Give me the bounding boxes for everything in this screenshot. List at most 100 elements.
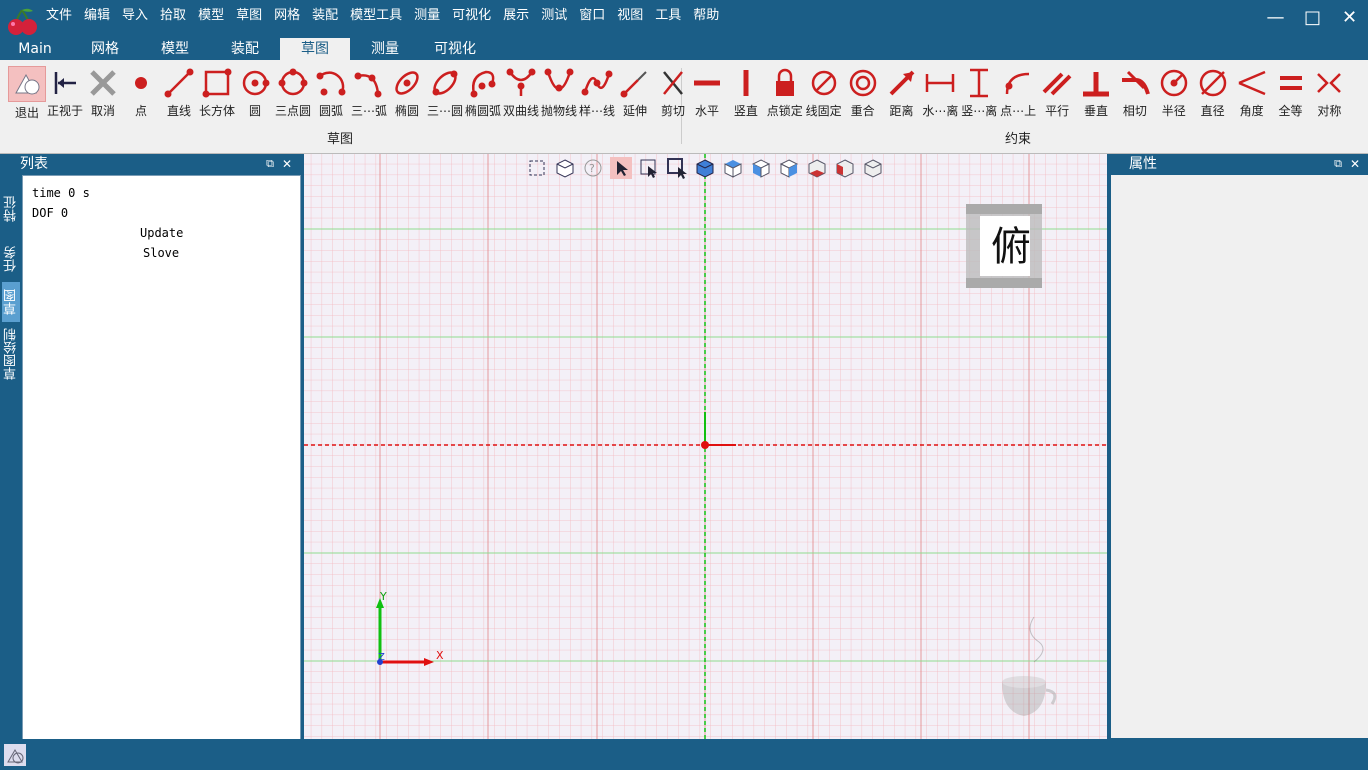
coincident-button[interactable]: 重合 bbox=[844, 66, 882, 120]
point-on-object-button[interactable]: 点⋯上 bbox=[999, 66, 1037, 120]
menu-item[interactable]: 模型工具 bbox=[344, 6, 408, 26]
cube-shaded-icon[interactable] bbox=[694, 157, 716, 179]
menu-item[interactable]: 测试 bbox=[535, 6, 573, 26]
lock-icon bbox=[775, 68, 794, 96]
parabola-button[interactable]: 抛物线 bbox=[540, 66, 578, 120]
circle-button[interactable]: 圆 bbox=[236, 66, 274, 120]
line-button[interactable]: 直线 bbox=[160, 66, 198, 120]
ribbon-tab[interactable]: 模型 bbox=[140, 38, 210, 60]
ribbon-tab[interactable]: 可视化 bbox=[420, 38, 490, 60]
tab-sketch[interactable]: 草图 bbox=[2, 282, 20, 322]
title-bar: 文件 编辑 导入 拾取 模型 草图 网格 装配 模型工具 测量 可视化 展示 测试 窗口 视图 工具 帮助 — … bbox=[0, 0, 1368, 38]
button-label: 角度 bbox=[1239, 104, 1264, 118]
fix-line-button[interactable]: 线固定 bbox=[805, 66, 843, 120]
solve-item[interactable]: Slove bbox=[143, 246, 179, 260]
cancel-x-button[interactable]: 取消 bbox=[84, 66, 122, 120]
menu-item[interactable]: 可视化 bbox=[446, 6, 497, 26]
equal-button[interactable]: 全等 bbox=[1272, 66, 1310, 120]
update-item[interactable]: Update bbox=[140, 226, 183, 240]
menu-item[interactable]: 测量 bbox=[408, 6, 446, 26]
diameter-button[interactable]: 直径 bbox=[1194, 66, 1232, 120]
cube-right-icon[interactable] bbox=[778, 157, 800, 179]
menu-item[interactable]: 草图 bbox=[230, 6, 268, 26]
help-icon[interactable]: ? bbox=[582, 157, 604, 179]
fit-all-icon[interactable] bbox=[526, 157, 548, 179]
float-icon[interactable]: ⧉ bbox=[1334, 154, 1342, 174]
horizontal-button[interactable]: 水平 bbox=[688, 66, 726, 120]
angle-button[interactable]: 角度 bbox=[1233, 66, 1271, 120]
arc-button[interactable]: 圆弧 bbox=[312, 66, 350, 120]
close-icon[interactable]: ✕ bbox=[1331, 4, 1368, 32]
parallel-icon bbox=[1042, 72, 1072, 96]
sketch-group-label: 草图 bbox=[327, 132, 354, 147]
window-select-icon[interactable] bbox=[666, 157, 688, 179]
hyperbola-button[interactable]: 双曲线 bbox=[502, 66, 540, 120]
tangent-button[interactable]: 相切 bbox=[1116, 66, 1154, 120]
vertical-distance-button[interactable]: 竖⋯离 bbox=[960, 66, 998, 120]
three-point-arc-button[interactable]: 三⋯弧 bbox=[350, 66, 388, 120]
horizontal-distance-button[interactable]: 水⋯离 bbox=[921, 66, 959, 120]
parallel-button[interactable]: 平行 bbox=[1038, 66, 1076, 120]
ribbon-tab[interactable]: 测量 bbox=[350, 38, 420, 60]
cube-back-icon[interactable] bbox=[834, 157, 856, 179]
menu-item[interactable]: 工具 bbox=[649, 6, 687, 26]
properties-panel bbox=[1111, 175, 1368, 738]
axis-z-label: Z bbox=[378, 652, 385, 663]
menu-item[interactable]: 拾取 bbox=[154, 6, 192, 26]
menu-item[interactable]: 装配 bbox=[306, 6, 344, 26]
sketch-viewport[interactable]: Y X Z ? 俯 bbox=[304, 154, 1107, 739]
normal-to-button[interactable]: 正视于 bbox=[46, 66, 84, 120]
circle-icon bbox=[242, 70, 270, 96]
three-point-ellipse-button[interactable]: 三⋯圆 bbox=[426, 66, 464, 120]
cube-bottom-icon[interactable] bbox=[806, 157, 828, 179]
extend-button[interactable]: 延伸 bbox=[616, 66, 654, 120]
spline-button[interactable]: 样⋯线 bbox=[578, 66, 616, 120]
maximize-icon[interactable]: □ bbox=[1294, 4, 1331, 32]
tab-task[interactable]: 任务 bbox=[2, 234, 20, 284]
button-label: 半径 bbox=[1161, 104, 1186, 118]
view-iso-icon[interactable] bbox=[554, 157, 576, 179]
menu-item[interactable]: 窗口 bbox=[573, 6, 611, 26]
point-button[interactable]: 点 bbox=[122, 66, 160, 120]
tab-sketch-draw[interactable]: 草图绘制 bbox=[2, 324, 20, 384]
three-point-ellipse-icon bbox=[432, 70, 458, 96]
minimize-icon[interactable]: — bbox=[1257, 4, 1294, 32]
ellipse-arc-button[interactable]: 椭圆弧 bbox=[464, 66, 502, 120]
tab-feature[interactable]: 特征 bbox=[2, 184, 20, 234]
panel-close-icon[interactable]: ✕ bbox=[1350, 154, 1360, 174]
rectangle-button[interactable]: 长方体 bbox=[198, 66, 236, 120]
trim-button[interactable]: 剪切 bbox=[654, 66, 692, 120]
sketch-mode-icon[interactable] bbox=[4, 744, 26, 766]
cube-top-icon[interactable] bbox=[722, 157, 744, 179]
vertical-button[interactable]: 竖直 bbox=[727, 66, 765, 120]
status-bar bbox=[0, 739, 1368, 770]
radius-button[interactable]: 半径 bbox=[1155, 66, 1193, 120]
perpendicular-button[interactable]: 垂直 bbox=[1077, 66, 1115, 120]
ribbon-tab[interactable]: 草图 bbox=[280, 38, 350, 60]
select-arrow-icon[interactable] bbox=[610, 157, 632, 179]
menu-item[interactable]: 帮助 bbox=[687, 6, 725, 26]
ribbon-tab[interactable]: Main bbox=[0, 38, 70, 60]
cube-front-icon[interactable] bbox=[750, 157, 772, 179]
normal-to-icon bbox=[54, 72, 76, 94]
parabola-icon bbox=[544, 68, 574, 92]
menu-item[interactable]: 导入 bbox=[116, 6, 154, 26]
box-select-icon[interactable] bbox=[638, 157, 660, 179]
menu-item[interactable]: 模型 bbox=[192, 6, 230, 26]
ribbon-tab[interactable]: 装配 bbox=[210, 38, 280, 60]
three-point-circle-button[interactable]: 三点圆 bbox=[274, 66, 312, 120]
menu-item[interactable]: 视图 bbox=[611, 6, 649, 26]
menu-item[interactable]: 展示 bbox=[497, 6, 535, 26]
ellipse-button[interactable]: 椭圆 bbox=[388, 66, 426, 120]
menu-item[interactable]: 文件 bbox=[40, 6, 78, 26]
ribbon-tab[interactable]: 网格 bbox=[70, 38, 140, 60]
menu-item[interactable]: 编辑 bbox=[78, 6, 116, 26]
menu-item[interactable]: 网格 bbox=[268, 6, 306, 26]
cube-left-icon[interactable] bbox=[862, 157, 884, 179]
lock-button[interactable]: 点锁定 bbox=[766, 66, 804, 120]
panel-close-icon[interactable]: ✕ bbox=[282, 154, 292, 174]
float-icon[interactable]: ⧉ bbox=[266, 154, 274, 174]
symmetric-button[interactable]: 对称 bbox=[1310, 66, 1348, 120]
exit-sketch-button[interactable]: 退出 bbox=[8, 66, 46, 120]
distance-button[interactable]: 距离 bbox=[883, 66, 921, 120]
